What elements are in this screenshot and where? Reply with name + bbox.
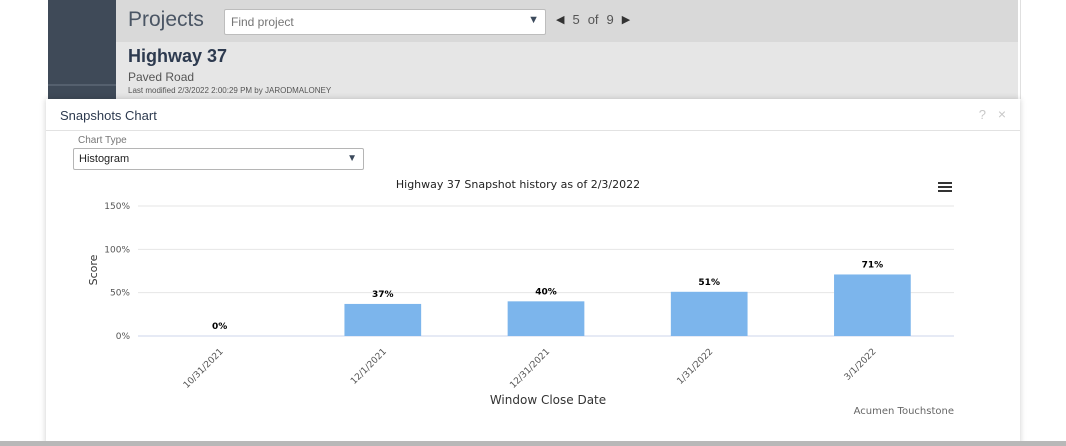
menu-icon[interactable] (938, 182, 952, 192)
data-label: 40% (535, 287, 557, 297)
y-tick-label: 50% (110, 289, 130, 299)
bars (344, 274, 911, 336)
x-axis-title: Window Close Date (490, 393, 606, 407)
bar[interactable] (834, 274, 911, 336)
x-tick-label: 12/31/2021 (508, 347, 552, 391)
bar[interactable] (670, 291, 748, 336)
snapshot-chart: Highway 37 Snapshot history as of 2/3/20… (87, 178, 954, 417)
data-label: 71% (862, 260, 884, 270)
y-axis-title: Score (87, 254, 100, 285)
x-tick-label: 10/31/2021 (182, 347, 226, 391)
chart-title: Highway 37 Snapshot history as of 2/3/20… (396, 178, 640, 191)
y-tick-label: 100% (104, 245, 130, 255)
data-label: 37% (372, 290, 394, 300)
footer-bar (0, 441, 1066, 446)
bar[interactable] (344, 303, 422, 336)
tick-labels: 0% 50% 100% 150% 10/31/2021 12/1/2021 12/31/20… (104, 202, 878, 391)
y-tick-label: 0% (116, 332, 131, 342)
x-tick-label: 3/1/2022 (843, 347, 879, 383)
bar[interactable] (507, 301, 585, 336)
x-tick-label: 12/1/2021 (349, 347, 389, 387)
chart-credits[interactable]: Acumen Touchstone (854, 406, 954, 417)
x-tick-label: 1/31/2022 (676, 347, 716, 387)
data-label: 0% (212, 322, 227, 332)
y-tick-label: 150% (104, 202, 130, 212)
data-label: 51% (698, 278, 720, 288)
